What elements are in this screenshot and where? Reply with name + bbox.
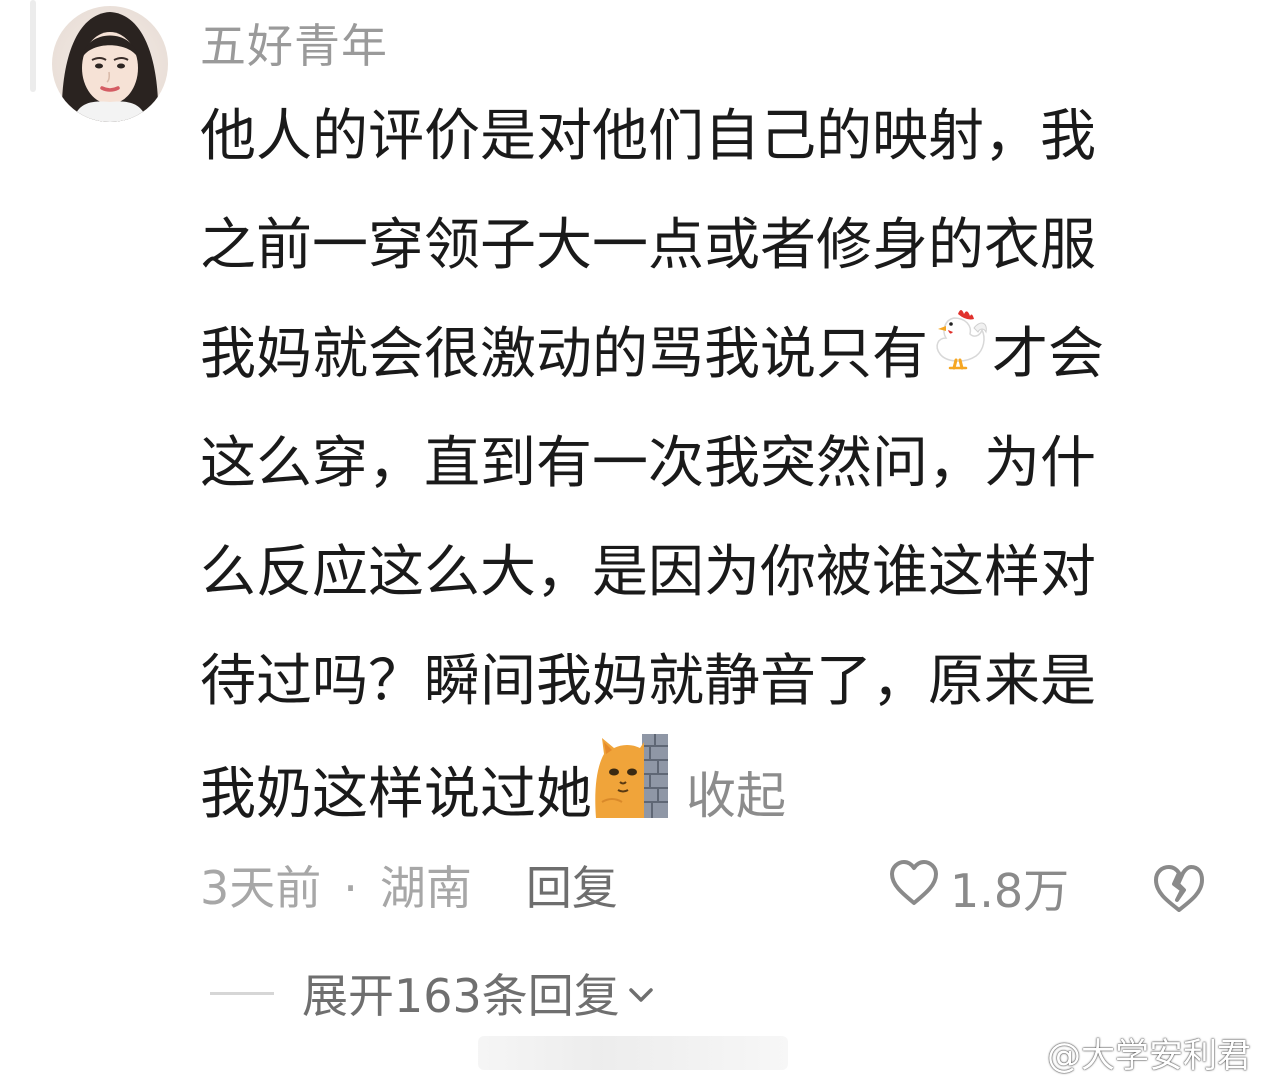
broken-heart-icon[interactable] xyxy=(1150,860,1208,918)
comment-meta: 3天前 · 湖南 回复 xyxy=(200,856,618,920)
reply-button[interactable]: 回复 xyxy=(526,861,618,915)
comment-line: 我奶这样说过她 收起 xyxy=(200,734,1220,845)
meta-separator: · xyxy=(343,861,358,915)
comment-line: 这么穿，直到有一次我突然问，为什 xyxy=(200,431,1096,496)
cat-behind-wall-emoji xyxy=(592,732,672,856)
expand-replies-button[interactable]: 展开163条回复 xyxy=(210,958,656,1028)
comment-body: 他人的评价是对他们自己的映射，我 之前一穿领子大一点或者修身的衣服 我妈就会很激… xyxy=(200,82,1220,845)
blurred-overlay xyxy=(478,1036,788,1070)
watermark: @大学安利君 xyxy=(997,1028,1251,1077)
comment-line: 之前一穿领子大一点或者修身的衣服 xyxy=(200,213,1096,278)
comment-line: 我妈就会很激动的骂我说只有 才会 xyxy=(200,300,1220,409)
avatar[interactable] xyxy=(52,6,168,122)
chicken-emoji xyxy=(928,299,992,408)
like-button[interactable]: 1.8万 xyxy=(888,856,1069,920)
comment-line-part: 才会 xyxy=(992,322,1104,387)
username[interactable]: 五好青年 xyxy=(200,14,388,78)
heart-outline-icon xyxy=(888,859,940,918)
comment-line: 待过吗？瞬间我妈就静音了，原来是 xyxy=(200,649,1096,714)
chevron-down-icon xyxy=(626,985,656,1009)
like-count: 1.8万 xyxy=(950,864,1070,918)
comment-line-part: 我妈就会很激动的骂我说只有 xyxy=(200,322,928,387)
comment-line: 么反应这么大，是因为你被谁这样对 xyxy=(200,540,1096,605)
watermark-text: @大学安利君 xyxy=(1047,1036,1251,1076)
comment-line-part: 我奶这样说过她 xyxy=(200,762,592,828)
thread-indicator-bar xyxy=(30,0,36,92)
divider-dash xyxy=(210,991,274,995)
timestamp: 3天前 xyxy=(200,861,322,915)
collapse-button[interactable]: 收起 xyxy=(686,767,786,825)
weibo-logo-icon xyxy=(998,1039,1039,1069)
comment-line: 他人的评价是对他们自己的映射，我 xyxy=(200,104,1096,169)
expand-replies-label: 展开163条回复 xyxy=(302,969,620,1023)
location: 湖南 xyxy=(379,861,472,915)
